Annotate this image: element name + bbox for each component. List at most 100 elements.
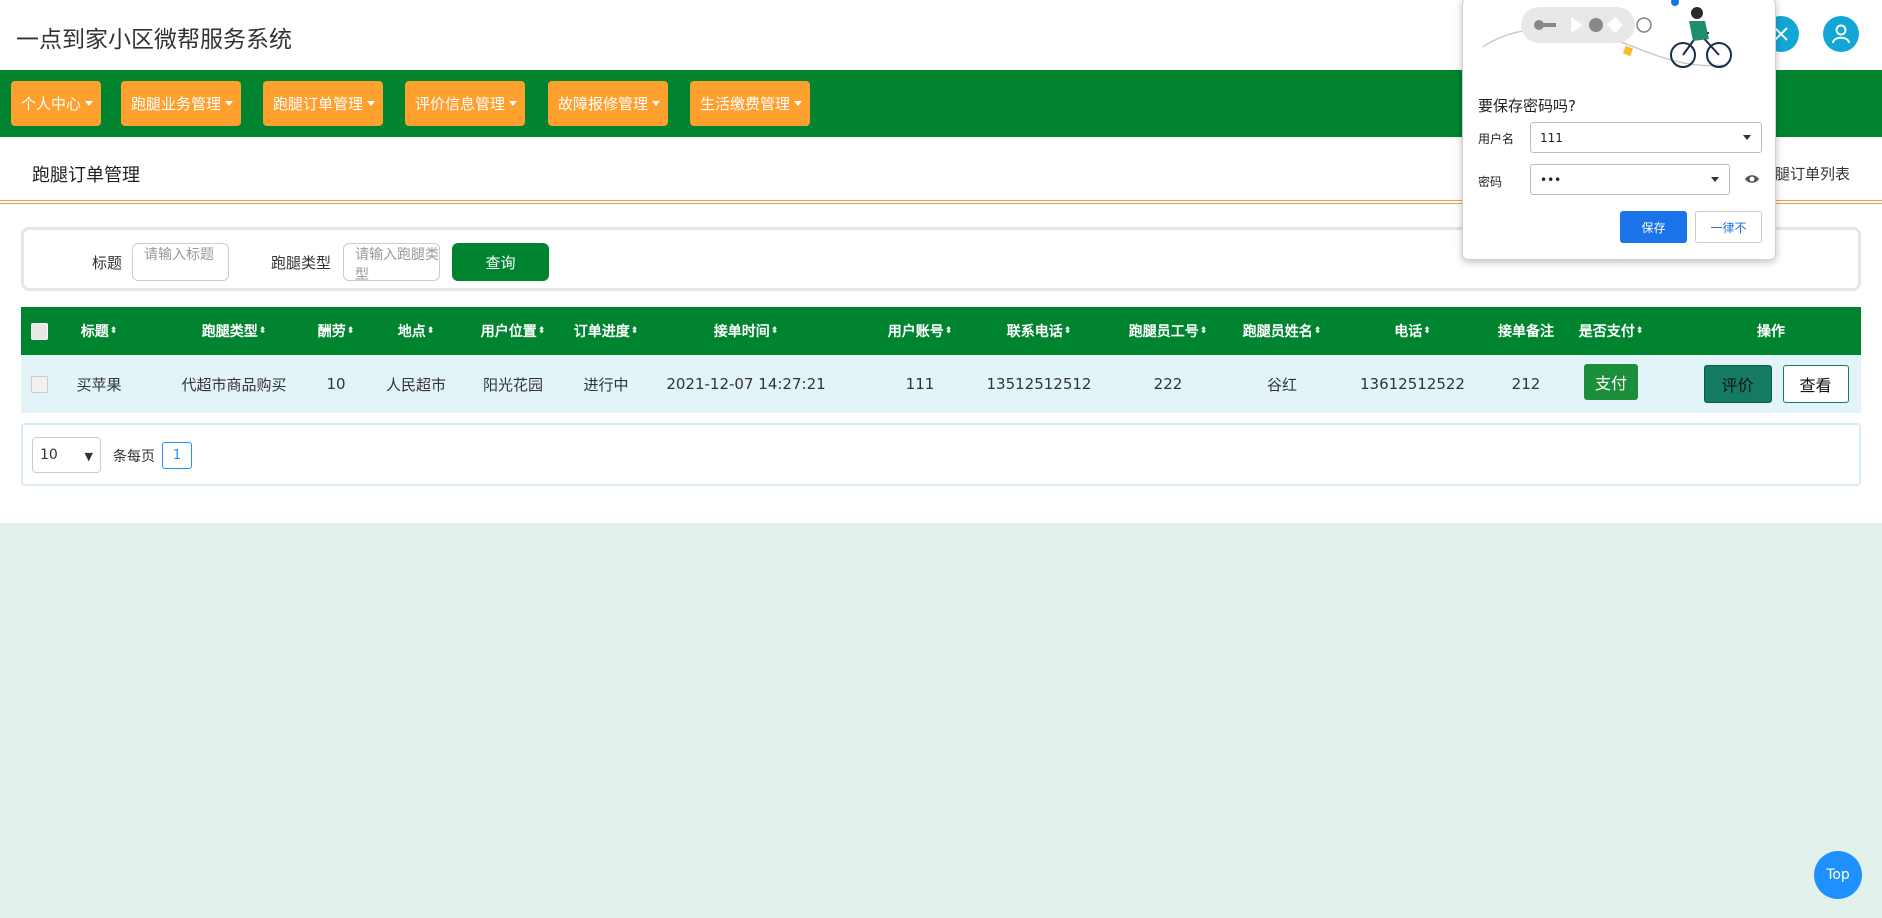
cell-runner-id: 222 xyxy=(1153,375,1183,393)
col-user-location[interactable]: 用户位置 ⬍ xyxy=(463,307,563,355)
type-search-input[interactable]: 请输入跑腿类型 xyxy=(343,243,440,283)
sort-icon: ⬍ xyxy=(109,326,118,336)
col-type[interactable]: 跑腿类型 ⬍ xyxy=(179,307,289,355)
password-illustration xyxy=(1482,0,1732,68)
cell-runner-name: 谷红 xyxy=(1266,375,1297,394)
save-password-button[interactable]: 保存 xyxy=(1620,211,1687,243)
col-title[interactable]: 标题 ⬍ xyxy=(69,307,129,355)
sort-icon: ⬍ xyxy=(426,326,435,336)
col-runner-id-label: 跑腿员工号 xyxy=(1128,324,1199,340)
username-value: 111 xyxy=(1540,130,1563,145)
sort-icon: ⬍ xyxy=(1635,326,1644,336)
col-contact-phone[interactable]: 联系电话 ⬍ xyxy=(969,307,1109,355)
user-avatar-button[interactable] xyxy=(1823,16,1859,52)
title-label: 标题 xyxy=(92,254,123,272)
orders-table: 标题 ⬍ 跑腿类型 ⬍ 酬劳 ⬍ 地点 ⬍ 用户位置 ⬍ 订单进度 ⬍ 接单时间 ⬍ 用户账号… xyxy=(21,307,1861,413)
pagination: 10 ▼ 条每页 1 xyxy=(21,423,1861,486)
col-note-label: 接单备注 xyxy=(1498,324,1554,340)
col-runner-id[interactable]: 跑腿员工号 ⬍ xyxy=(1108,307,1228,355)
row-checkbox[interactable] xyxy=(30,375,48,393)
never-save-button[interactable]: 一律不 xyxy=(1695,211,1762,243)
col-contact-phone-label: 联系电话 xyxy=(1006,324,1063,340)
col-actions: 操作 xyxy=(1671,307,1871,355)
dialog-title: 要保存密码吗? xyxy=(1478,97,1576,115)
nav-errand-orders[interactable]: 跑腿订单管理 xyxy=(263,81,384,126)
col-account[interactable]: 用户账号 ⬍ xyxy=(870,307,970,355)
app-title: 一点到家小区微帮服务系统 xyxy=(16,27,292,53)
table-row: 买苹果 代超市商品购买 10 人民超市 阳光花园 进行中 2021-12-07 … xyxy=(21,355,1861,413)
col-actions-label: 操作 xyxy=(1757,324,1785,340)
cell-actions: 评价 查看 xyxy=(1676,355,1876,413)
col-runner-name[interactable]: 跑腿员姓名 ⬍ xyxy=(1222,307,1342,355)
sort-icon: ⬍ xyxy=(537,326,546,336)
col-place[interactable]: 地点 ⬍ xyxy=(371,307,461,355)
col-phone[interactable]: 电话 ⬍ xyxy=(1340,307,1485,355)
cell-phone: 13612512522 xyxy=(1360,375,1465,393)
nav-label: 生活缴费管理 xyxy=(700,95,791,113)
col-progress[interactable]: 订单进度 ⬍ xyxy=(556,307,656,355)
caret-down-icon xyxy=(85,101,94,106)
nav-label: 跑腿订单管理 xyxy=(273,95,364,113)
page-size-value: 10 xyxy=(40,447,58,463)
show-password-icon[interactable] xyxy=(1744,173,1760,185)
password-field[interactable]: ••• xyxy=(1530,164,1730,195)
caret-down-icon xyxy=(652,101,661,106)
sort-icon: ⬍ xyxy=(1063,326,1072,336)
cell-progress: 进行中 xyxy=(583,375,629,394)
pay-button[interactable]: 支付 xyxy=(1584,364,1638,400)
username-field[interactable]: 111 xyxy=(1530,122,1762,153)
page-number-button[interactable]: 1 xyxy=(162,442,192,469)
col-progress-label: 订单进度 xyxy=(573,324,630,340)
cell-user-location: 阳光花园 xyxy=(482,375,543,394)
col-phone-label: 电话 xyxy=(1394,324,1423,340)
password-value: ••• xyxy=(1540,172,1562,187)
cell-account: 111 xyxy=(905,375,935,393)
cell-type: 代超市商品购买 xyxy=(181,375,287,394)
sort-icon: ⬍ xyxy=(1199,326,1208,336)
col-reward[interactable]: 酬劳 ⬍ xyxy=(306,307,366,355)
sort-icon: ⬍ xyxy=(630,326,639,336)
title-search-input[interactable]: 请输入标题 xyxy=(132,243,229,281)
query-button[interactable]: 查询 xyxy=(452,243,549,281)
sort-icon: ⬍ xyxy=(1313,326,1322,336)
sort-icon: ⬍ xyxy=(258,326,267,336)
select-all-cell xyxy=(28,307,50,355)
password-label: 密码 xyxy=(1478,175,1503,189)
breadcrumb[interactable]: 腿订单列表 xyxy=(1775,163,1850,184)
col-place-label: 地点 xyxy=(397,324,426,340)
rate-button[interactable]: 评价 xyxy=(1703,365,1772,403)
back-to-top-button[interactable]: Top xyxy=(1814,851,1862,899)
user-icon xyxy=(1832,24,1850,44)
nav-label: 跑腿业务管理 xyxy=(131,95,222,113)
col-reward-label: 酬劳 xyxy=(317,324,346,340)
caret-down-icon xyxy=(509,101,518,106)
nav-repairs[interactable]: 故障报修管理 xyxy=(548,81,669,126)
cell-contact-phone: 13512512512 xyxy=(986,375,1092,393)
sort-icon: ⬍ xyxy=(1423,326,1431,336)
col-paid-label: 是否支付 xyxy=(1578,324,1635,340)
col-time[interactable]: 接单时间 ⬍ xyxy=(646,307,846,355)
table-header: 标题 ⬍ 跑腿类型 ⬍ 酬劳 ⬍ 地点 ⬍ 用户位置 ⬍ 订单进度 ⬍ 接单时间 ⬍ 用户账号… xyxy=(21,307,1861,355)
col-paid[interactable]: 是否支付 ⬍ xyxy=(1556,307,1666,355)
dropdown-icon xyxy=(1743,135,1751,140)
nav-errand-business[interactable]: 跑腿业务管理 xyxy=(121,81,242,126)
save-password-dialog: 要保存密码吗? 用户名 111 密码 ••• 保存 一律不 xyxy=(1462,0,1776,260)
nav-personal-center[interactable]: 个人中心 xyxy=(11,81,102,126)
row-select-cell xyxy=(28,355,50,413)
col-account-label: 用户账号 xyxy=(887,324,944,340)
sort-icon: ⬍ xyxy=(346,326,355,336)
page-size-select[interactable]: 10 ▼ xyxy=(32,437,101,473)
cell-place: 人民超市 xyxy=(385,375,446,394)
col-title-label: 标题 xyxy=(80,324,109,340)
per-page-label: 条每页 xyxy=(113,449,155,465)
sort-icon: ⬍ xyxy=(770,326,779,336)
cell-reward: 10 xyxy=(326,375,346,393)
select-all-checkbox[interactable] xyxy=(30,322,48,340)
nav-reviews[interactable]: 评价信息管理 xyxy=(405,81,526,126)
caret-down-icon xyxy=(367,101,376,106)
cell-time: 2021-12-07 14:27:21 xyxy=(666,375,826,393)
nav-bill-payment[interactable]: 生活缴费管理 xyxy=(690,81,811,126)
col-type-label: 跑腿类型 xyxy=(201,324,258,340)
col-user-location-label: 用户位置 xyxy=(480,324,537,340)
view-button[interactable]: 查看 xyxy=(1782,365,1849,403)
